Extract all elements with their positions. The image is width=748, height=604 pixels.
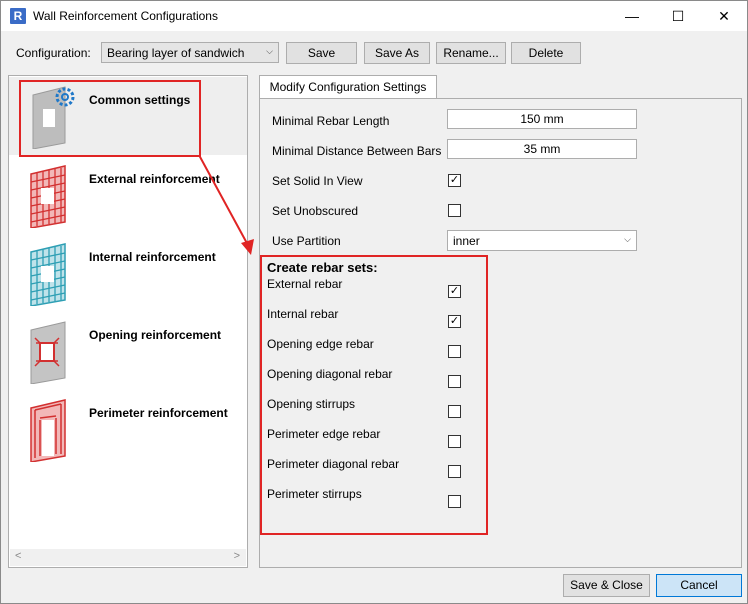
opening-stirrups-checkbox[interactable] — [448, 405, 461, 418]
dialog-window: R Wall Reinforcement Configurations — ☐ … — [0, 0, 748, 604]
external-rebar-label: External rebar — [267, 277, 343, 291]
unobscured-checkbox[interactable] — [448, 204, 461, 217]
solid-in-view-checkbox[interactable]: ✓ — [448, 174, 461, 187]
callout-arrow-icon — [198, 154, 254, 255]
perimeter-stirrups-checkbox[interactable] — [448, 495, 461, 508]
save-as-button[interactable]: Save As — [364, 42, 430, 64]
external-rebar-checkbox[interactable]: ✓ — [448, 285, 461, 298]
tab-modify-configuration[interactable]: Modify Configuration Settings — [259, 75, 437, 99]
min-distance-label: Minimal Distance Between Bars — [272, 144, 442, 158]
perimeter-rebar-icon — [30, 399, 66, 462]
opening-diagonal-rebar-checkbox[interactable] — [448, 375, 461, 388]
list-item-opening-reinforcement[interactable]: Opening reinforcement — [9, 312, 247, 390]
list-item-perimeter-reinforcement[interactable]: Perimeter reinforcement — [9, 390, 247, 468]
perimeter-diagonal-rebar-label: Perimeter diagonal rebar — [267, 457, 400, 471]
opening-edge-rebar-label: Opening edge rebar — [267, 337, 374, 351]
rename-button[interactable]: Rename... — [436, 42, 506, 64]
blue-mesh-icon — [30, 243, 66, 306]
use-partition-value: inner — [453, 234, 480, 248]
list-item-label: Opening reinforcement — [89, 328, 222, 342]
solid-in-view-label: Set Solid In View — [272, 174, 363, 188]
unobscured-label: Set Unobscured — [272, 204, 359, 218]
scroll-left-arrow-icon[interactable]: < — [15, 550, 21, 562]
close-button[interactable]: ✕ — [701, 1, 747, 31]
save-and-close-button[interactable]: Save & Close — [563, 574, 650, 597]
internal-rebar-label: Internal rebar — [267, 307, 339, 321]
scroll-right-arrow-icon[interactable]: > — [234, 550, 240, 562]
configuration-dropdown[interactable]: Bearing layer of sandwich ⌵ — [101, 42, 279, 63]
configuration-label: Configuration: — [16, 46, 91, 60]
chevron-down-icon: ⌵ — [266, 46, 273, 56]
opening-stirrups-label: Opening stirrups — [267, 397, 356, 411]
min-rebar-length-label: Minimal Rebar Length — [272, 114, 390, 128]
delete-button[interactable]: Delete — [511, 42, 581, 64]
min-rebar-length-field[interactable]: 150 mm — [447, 109, 637, 129]
rebar-sets-title: Create rebar sets: — [267, 260, 378, 275]
perimeter-edge-rebar-checkbox[interactable] — [448, 435, 461, 448]
title-bar: R Wall Reinforcement Configurations — ☐ … — [1, 1, 747, 31]
window-title: Wall Reinforcement Configurations — [33, 9, 218, 23]
cancel-button[interactable]: Cancel — [656, 574, 742, 597]
save-button[interactable]: Save — [286, 42, 357, 64]
min-distance-field[interactable]: 35 mm — [447, 139, 637, 159]
perimeter-edge-rebar-label: Perimeter edge rebar — [267, 427, 381, 441]
list-item-label: Perimeter reinforcement — [89, 406, 228, 420]
chevron-down-icon: ⌵ — [624, 234, 631, 244]
red-mesh-icon — [30, 165, 66, 228]
opening-edge-rebar-checkbox[interactable] — [448, 345, 461, 358]
opening-rebar-icon — [30, 321, 66, 384]
perimeter-stirrups-label: Perimeter stirrups — [267, 487, 362, 501]
opening-diagonal-rebar-label: Opening diagonal rebar — [267, 367, 393, 381]
maximize-button[interactable]: ☐ — [655, 1, 701, 31]
horizontal-scrollbar[interactable]: < > — [10, 549, 246, 566]
internal-rebar-checkbox[interactable]: ✓ — [448, 315, 461, 328]
configuration-value: Bearing layer of sandwich — [107, 46, 245, 60]
perimeter-diagonal-rebar-checkbox[interactable] — [448, 465, 461, 478]
minimize-button[interactable]: — — [609, 1, 655, 31]
use-partition-dropdown[interactable]: inner ⌵ — [447, 230, 637, 251]
common-settings-highlight — [19, 80, 201, 157]
use-partition-label: Use Partition — [272, 234, 341, 248]
revit-app-icon: R — [10, 8, 26, 24]
